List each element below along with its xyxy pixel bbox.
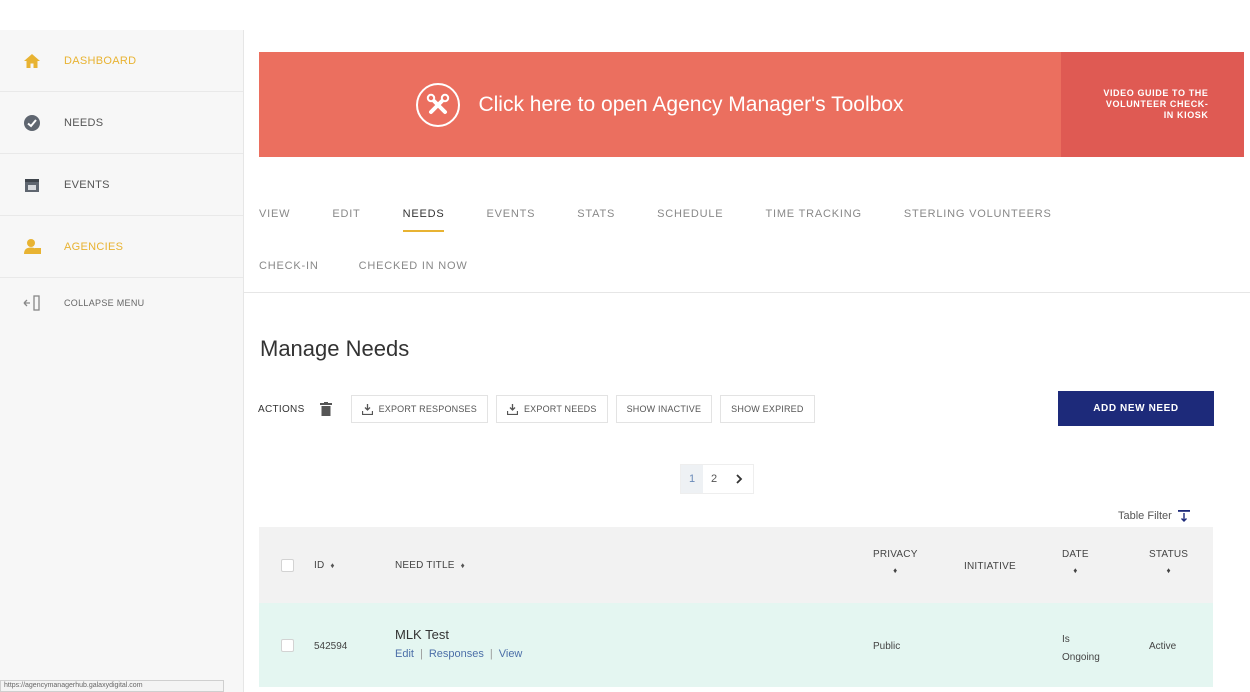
tab-time-tracking[interactable]: TIME TRACKING	[765, 208, 861, 220]
column-header-privacy[interactable]: PRIVACY ♦	[873, 549, 918, 575]
download-icon	[361, 403, 373, 415]
kiosk-video-guide-text: VIDEO GUIDE TO THE VOLUNTEER CHECK-IN KI…	[1103, 88, 1209, 120]
need-title[interactable]: MLK Test	[395, 627, 522, 642]
need-id: 542594	[314, 641, 348, 652]
tab-checked-in-now[interactable]: CHECKED IN NOW	[359, 260, 468, 272]
export-responses-button[interactable]: EXPORT RESPONSES	[350, 395, 488, 423]
responses-link[interactable]: Responses	[429, 648, 484, 660]
tab-check-in[interactable]: CHECK-IN	[259, 260, 319, 272]
needs-table: ID ♦ NEED TITLE ♦ PRIVACY ♦ INITIATIVE DAT…	[259, 527, 1213, 687]
need-privacy: Public	[873, 641, 901, 652]
page-title: Manage Needs	[260, 336, 410, 361]
view-link[interactable]: View	[499, 648, 523, 660]
tools-icon	[416, 82, 461, 127]
add-new-need-button[interactable]: ADD NEW NEED	[1058, 391, 1214, 426]
sort-icon: ♦	[1073, 566, 1078, 575]
sort-icon: ♦	[460, 561, 465, 570]
column-header-id-label: ID	[314, 560, 325, 571]
sort-icon: ♦	[893, 566, 898, 575]
column-header-need-title[interactable]: NEED TITLE ♦	[395, 560, 465, 571]
sidebar-item-dashboard[interactable]: DASHBOARD	[0, 30, 243, 92]
edit-link[interactable]: Edit	[395, 648, 414, 660]
sidebar-item-label: DASHBOARD	[64, 54, 137, 67]
sidebar-item-label: AGENCIES	[64, 240, 124, 253]
row-checkbox[interactable]	[281, 639, 294, 652]
column-header-initiative: INITIATIVE	[964, 561, 1016, 572]
tab-schedule[interactable]: SCHEDULE	[657, 208, 723, 220]
link-separator: |	[489, 648, 493, 660]
sidebar-collapse-menu[interactable]: COLLAPSE MENU	[0, 278, 243, 328]
next-page-button[interactable]	[725, 465, 753, 493]
sidebar-item-label: COLLAPSE MENU	[64, 298, 145, 308]
page-1-button[interactable]: 1	[681, 465, 703, 493]
show-inactive-button[interactable]: SHOW INACTIVE	[615, 395, 713, 423]
tab-events[interactable]: EVENTS	[486, 208, 535, 220]
browser-status-bar: https://agencymanagerhub.galaxydigital.c…	[0, 680, 224, 692]
tab-stats[interactable]: STATS	[577, 208, 615, 220]
agency-tabs: VIEW EDIT NEEDS EVENTS STATS SCHEDULE TI…	[259, 200, 1244, 280]
toolbox-banner[interactable]: Click here to open Agency Manager's Tool…	[259, 52, 1244, 157]
tab-row-secondary: CHECK-IN CHECKED IN NOW	[259, 252, 1244, 280]
page-2-button[interactable]: 2	[703, 465, 725, 493]
sidebar-item-events[interactable]: EVENTS	[0, 154, 243, 216]
export-needs-label: EXPORT NEEDS	[523, 404, 597, 414]
download-icon	[506, 403, 518, 415]
sort-icon: ♦	[330, 561, 335, 570]
actions-label: ACTIONS	[258, 403, 305, 415]
home-icon	[22, 51, 42, 71]
table-header: ID ♦ NEED TITLE ♦ PRIVACY ♦ INITIATIVE DAT…	[259, 527, 1213, 603]
tab-needs[interactable]: NEEDS	[402, 208, 445, 232]
divider	[244, 292, 1250, 293]
toolbox-banner-text: Click here to open Agency Manager's Tool…	[478, 92, 904, 116]
sidebar-item-needs[interactable]: NEEDS	[0, 92, 243, 154]
sidebar: DASHBOARD NEEDS EVENTS AGENCIES COLLAPSE…	[0, 30, 244, 692]
column-header-status[interactable]: STATUS ♦	[1149, 549, 1188, 575]
sidebar-item-label: EVENTS	[64, 178, 110, 191]
column-header-date-label: DATE	[1062, 549, 1089, 560]
chevron-right-icon	[736, 474, 743, 484]
need-date-line2: Ongoing	[1062, 652, 1100, 663]
show-expired-button[interactable]: SHOW EXPIRED	[720, 395, 815, 423]
need-title-cell: MLK Test Edit | Responses | View	[395, 627, 522, 660]
sidebar-item-label: NEEDS	[64, 116, 104, 129]
table-filter-label: Table Filter	[1118, 510, 1172, 522]
column-header-id[interactable]: ID ♦	[314, 560, 335, 571]
link-separator: |	[419, 648, 423, 660]
filter-icon	[1177, 510, 1190, 522]
agency-icon	[22, 237, 42, 257]
calendar-icon	[22, 175, 42, 195]
tab-sterling-volunteers[interactable]: STERLING VOLUNTEERS	[904, 208, 1052, 220]
column-header-date[interactable]: DATE ♦	[1062, 549, 1089, 575]
table-filter-button[interactable]: Table Filter	[1118, 510, 1190, 522]
tab-row-primary: VIEW EDIT NEEDS EVENTS STATS SCHEDULE TI…	[259, 200, 1244, 232]
row-action-links: Edit | Responses | View	[395, 648, 522, 660]
toolbox-banner-main[interactable]: Click here to open Agency Manager's Tool…	[259, 52, 1061, 157]
page: DASHBOARD NEEDS EVENTS AGENCIES COLLAPSE…	[0, 0, 1250, 692]
collapse-icon	[22, 293, 42, 313]
column-header-privacy-label: PRIVACY	[873, 549, 918, 560]
column-header-need-title-label: NEED TITLE	[395, 560, 455, 571]
actions-bar: ACTIONS EXPORT RESPONSES EXPORT NEEDS SH…	[258, 394, 823, 424]
column-header-status-label: STATUS	[1149, 549, 1189, 560]
table-row: 542594 MLK Test Edit | Responses | View Publ…	[259, 603, 1213, 687]
export-responses-label: EXPORT RESPONSES	[378, 404, 477, 414]
trash-icon[interactable]	[319, 401, 333, 417]
need-date-line1: Is	[1062, 634, 1070, 645]
check-circle-icon	[22, 113, 42, 133]
pagination: 1 2	[680, 464, 754, 494]
kiosk-video-guide-link[interactable]: VIDEO GUIDE TO THE VOLUNTEER CHECK-IN KI…	[1061, 52, 1244, 157]
tab-edit[interactable]: EDIT	[332, 208, 360, 220]
select-all-checkbox[interactable]	[281, 559, 294, 572]
need-status: Active	[1149, 641, 1177, 652]
sidebar-item-agencies[interactable]: AGENCIES	[0, 216, 243, 278]
tab-view[interactable]: VIEW	[259, 208, 290, 220]
sort-icon: ♦	[1166, 566, 1171, 575]
export-needs-button[interactable]: EXPORT NEEDS	[495, 395, 608, 423]
need-date: Is Ongoing	[1062, 631, 1100, 667]
